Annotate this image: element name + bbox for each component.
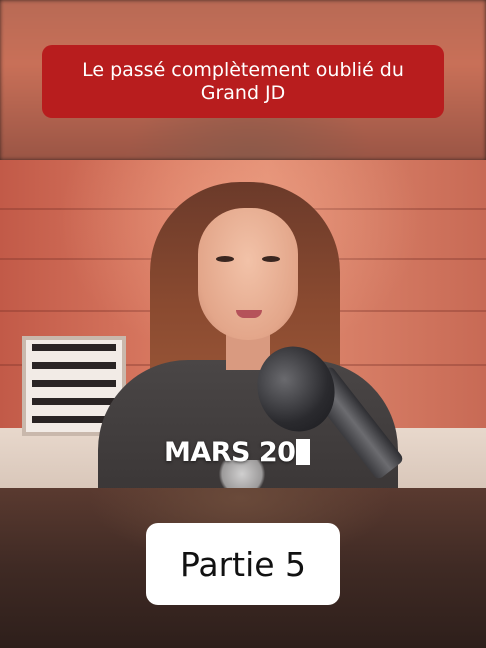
video-frame[interactable]: MARS 20 [0,160,486,488]
person-face [198,208,298,340]
video-caption: MARS 20 [164,437,311,468]
part-label-text: Partie 5 [179,544,307,584]
frame-stripe [32,398,116,405]
video-caption-text: MARS 20 [164,437,296,468]
part-label: Partie 5 [146,523,340,605]
person-eye [216,256,234,262]
frame-stripe [32,362,116,369]
frame-stripe [32,380,116,387]
title-banner: Le passé complètement oublié du Grand JD [42,45,444,118]
person-eye [262,256,280,262]
frame-stripe [32,344,116,351]
title-text: Le passé complètement oublié du Grand JD [82,58,404,104]
person-mouth [236,310,262,318]
caption-cursor [296,439,311,465]
